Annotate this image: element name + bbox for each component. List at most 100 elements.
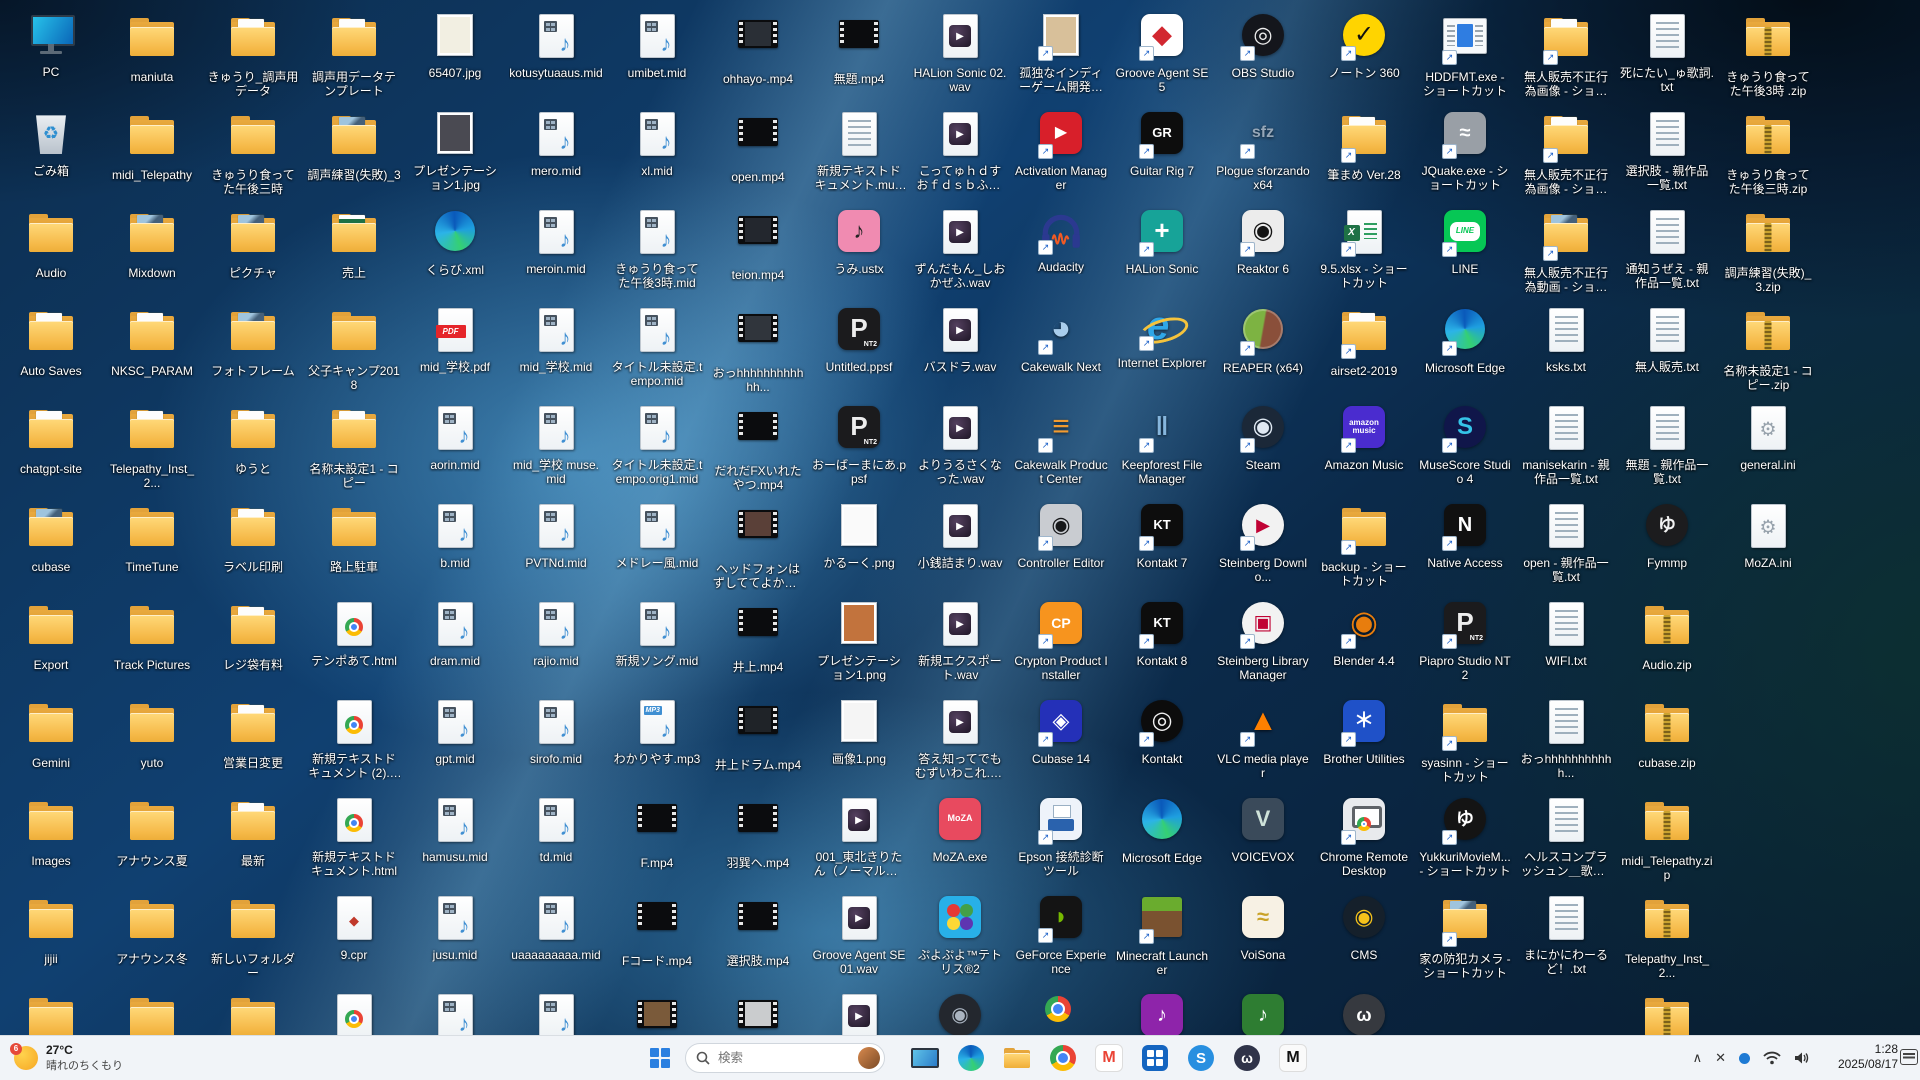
desktop-icon[interactable]: ♪mid_学校.mid [509,304,603,374]
desktop-icon[interactable]: PC [4,10,98,79]
desktop-icon[interactable]: 無題.mp4 [812,10,906,86]
desktop-icon[interactable]: ◕↗Cakewalk Next [1014,304,1108,374]
search-input[interactable] [716,1050,852,1066]
desktop-icon[interactable]: PDFmid_学校.pdf [408,304,502,374]
desktop-icon[interactable]: ▶↗Activation Manager [1014,108,1108,192]
desktop-icon[interactable]: cubase.zip [1620,696,1714,770]
desktop-icon[interactable]: ピクチャ [206,206,300,280]
desktop-icon[interactable]: Mixdown [105,206,199,280]
volume-icon[interactable] [1794,1051,1810,1065]
desktop-icon[interactable]: ▶ずんだもん_しおかぜふ.wav [913,206,1007,290]
desktop-icon[interactable]: yuto [105,696,199,770]
desktop-icon[interactable]: ◉↗Steam [1216,402,1310,472]
desktop-icon[interactable]: 調声練習(失敗)_3.zip [1721,206,1815,294]
desktop-icon[interactable]: jijii [4,892,98,966]
desktop-icon[interactable]: ▶こってゅｈｄすおｆｄｓｂふぉ.wav [913,108,1007,192]
desktop-icon[interactable]: amazon music↗Amazon Music [1317,402,1411,472]
desktop-icon[interactable]: ≈VoiSona [1216,892,1310,962]
desktop-icon[interactable]: ↗無人販売不正行為動画 - ショートカット [1519,206,1613,294]
desktop-icon[interactable]: ↗筆まめ Ver.28 [1317,108,1411,182]
start-button[interactable] [640,1038,680,1078]
taskbar-monitor-app-icon[interactable] [905,1038,945,1078]
desktop-icon[interactable]: 井上ドラム.mp4 [711,696,805,772]
desktop-icon[interactable]: Track Pictures [105,598,199,672]
desktop-icon[interactable]: ♪sirofo.mid [509,696,603,766]
desktop-icon[interactable]: ↗無人販売不正行為画像 - ショートカット [1519,108,1613,196]
desktop-icon[interactable]: きゅうり食ってた午後3時 .zip [1721,10,1815,98]
desktop-icon[interactable]: CP↗Crypton Product Installer [1014,598,1108,682]
desktop-icon[interactable]: ♪新規ソング.mid [610,598,704,668]
desktop-icon[interactable]: ◎↗Kontakt [1115,696,1209,766]
desktop-icon[interactable]: ♪タイトル未設定.tempo.orig1.mid [610,402,704,486]
desktop-icon[interactable]: ⚙general.ini [1721,402,1815,472]
desktop-icon[interactable]: 画像1.png [812,696,906,766]
desktop-icon[interactable]: F.mp4 [610,794,704,870]
desktop-icon[interactable]: PNT2Untitled.ppsf [812,304,906,374]
desktop-icon[interactable]: ↗Microsoft Edge [1418,304,1512,375]
desktop-icon[interactable]: ↗backup - ショートカット [1317,500,1411,588]
desktop-icon[interactable]: ♪xl.mid [610,108,704,178]
desktop-icon[interactable]: くらび.xml [408,206,502,277]
desktop-icon[interactable]: 父子キャンプ2018 [307,304,401,392]
desktop-icon[interactable]: PNT2↗Piapro Studio NT2 [1418,598,1512,682]
desktop-icon[interactable]: VVOICEVOX [1216,794,1310,864]
desktop-icon[interactable]: ↗Audacity [1014,206,1108,274]
desktop-icon[interactable]: ohhayo-.mp4 [711,10,805,86]
desktop-icon[interactable]: 名称未設定1 - コピー.zip [1721,304,1815,392]
desktop-icon[interactable]: ◆9.cpr [307,892,401,962]
desktop-icon[interactable]: X↗9.5.xlsx - ショートカット [1317,206,1411,290]
taskbar-skype-icon[interactable]: S [1181,1038,1221,1078]
desktop-icon[interactable]: ♪b.mid [408,500,502,570]
tray-close-icon[interactable]: ✕ [1715,1050,1726,1066]
desktop-icon[interactable]: ▶Groove Agent SE 01.wav [812,892,906,976]
desktop-icon[interactable]: Telepathy_Inst_2... [1620,892,1714,980]
desktop-icon[interactable]: maniuta [105,10,199,84]
desktop-icon[interactable]: 死にたい_ゅ歌詞.txt [1620,10,1714,94]
desktop-icon[interactable]: ぷよぷよ™テトリス®2 [913,892,1007,976]
wifi-icon[interactable] [1763,1051,1781,1065]
desktop-icon[interactable]: ♪jusu.mid [408,892,502,962]
desktop-icon[interactable]: sfz↗Plogue sforzando x64 [1216,108,1310,192]
desktop-icon[interactable]: ≈↗JQuake.exe - ショートカット [1418,108,1512,192]
desktop-icon[interactable]: ▣↗Steinberg Library Manager [1216,598,1310,682]
desktop-icon[interactable]: 調声用データテンプレート [307,10,401,98]
chevron-up-icon[interactable]: ∧ [1693,1050,1703,1066]
desktop-icon[interactable]: ▶バスドラ.wav [913,304,1007,374]
desktop-icon[interactable]: MP3♪わかりやす.mp3 [610,696,704,766]
taskbar-gmail-icon[interactable]: M [1089,1038,1129,1078]
desktop-icon[interactable]: teion.mp4 [711,206,805,282]
desktop-icon[interactable]: おっhhhhhhhhhhhh... [711,304,805,394]
desktop-icon[interactable]: ↗Chrome Remote Desktop [1317,794,1411,878]
desktop-icon[interactable]: Microsoft Edge [1115,794,1209,865]
desktop-icon[interactable]: ラベル印刷 [206,500,300,574]
desktop-icon[interactable]: ♪rajio.mid [509,598,603,668]
weather-widget[interactable]: 6 27°C 晴れのちくもり [8,1036,129,1080]
taskbar-edge-icon[interactable] [951,1038,991,1078]
desktop-icon[interactable]: ◉↗Controller Editor [1014,500,1108,570]
desktop-icon[interactable]: ♪mid_学校 muse.mid [509,402,603,486]
desktop-icon[interactable]: プレゼンテーション1.jpg [408,108,502,192]
desktop-icon[interactable]: ◎↗OBS Studio [1216,10,1310,80]
desktop-icon[interactable]: ♪mero.mid [509,108,603,178]
desktop-icon[interactable]: TimeTune [105,500,199,574]
desktop-icon[interactable]: 通知うぜえ - 親作品一覧.txt [1620,206,1714,290]
desktop-icon[interactable]: GR↗Guitar Rig 7 [1115,108,1209,178]
desktop-icon[interactable]: まにかにわーるど！.txt [1519,892,1613,976]
desktop-icon[interactable]: 選択肢.mp4 [711,892,805,968]
desktop-icon[interactable]: Fコード.mp4 [610,892,704,968]
desktop-icon[interactable]: ▶小銭詰まり.wav [913,500,1007,570]
desktop-icon[interactable]: ♪hamusu.mid [408,794,502,864]
desktop-icon[interactable]: ◈↗Cubase 14 [1014,696,1108,766]
action-center-icon[interactable] [1900,1049,1918,1065]
desktop-icon[interactable]: ▶よりうるさくなった.wav [913,402,1007,486]
desktop-icon[interactable]: ↗無人販売不正行為画像 - ショートカッ... [1519,10,1613,98]
desktop-icon[interactable]: きゅうり食ってた午後三時.zip [1721,108,1815,196]
desktop-icon[interactable]: 新規テキストドキュメント.html [307,794,401,878]
desktop-icon[interactable]: アナウンス冬 [105,892,199,966]
desktop-icon[interactable]: open - 親作品一覧.txt [1519,500,1613,584]
desktop-icon[interactable]: KT↗Kontakt 7 [1115,500,1209,570]
desktop-icon[interactable]: MoZAMoZA.exe [913,794,1007,864]
desktop-icon[interactable]: S↗MuseScore Studio 4 [1418,402,1512,486]
desktop-icon[interactable]: Export [4,598,98,672]
taskbar-blue-grid-app-icon[interactable] [1135,1038,1175,1078]
